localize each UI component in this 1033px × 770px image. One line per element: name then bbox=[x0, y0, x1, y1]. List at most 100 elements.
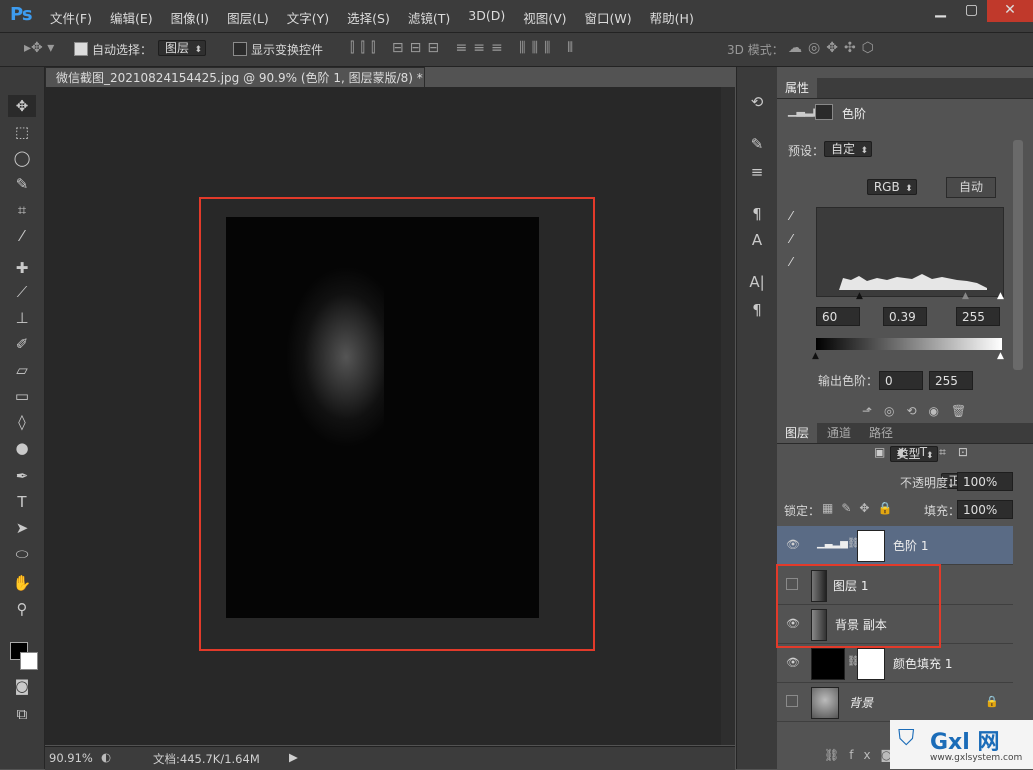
align-icons[interactable]: ⫿⫿⫿ ⊟⊟⊟ ≡≡≡ ⫼⫼⫼ ⦀ bbox=[350, 40, 579, 56]
menu-type[interactable]: 文字(Y) bbox=[287, 8, 329, 27]
marquee-icon[interactable]: ⬚ bbox=[8, 121, 36, 143]
tool-presets-icon[interactable]: ≡ bbox=[743, 161, 771, 183]
document-tab[interactable]: 微信截图_20210824154425.jpg @ 90.9% (色阶 1, 图… bbox=[45, 67, 425, 105]
zoom-icon[interactable]: ⚲ bbox=[8, 598, 36, 620]
layer-name[interactable]: 颜色填充 1 bbox=[893, 655, 952, 672]
quick-mask-icon[interactable]: ◙ bbox=[8, 675, 36, 697]
layer-name[interactable]: 背景 bbox=[849, 694, 873, 711]
dodge-icon[interactable]: ● bbox=[8, 437, 36, 459]
lock-icon: 🔒 bbox=[985, 695, 999, 708]
output-black-field[interactable]: 0 bbox=[879, 371, 923, 390]
close-icon[interactable]: ✕ bbox=[987, 0, 1033, 22]
brush-presets-icon[interactable]: ✎ bbox=[743, 133, 771, 155]
watermark-shield-icon: ⛉ bbox=[898, 726, 915, 751]
input-mid-field[interactable]: 0.39 bbox=[883, 307, 927, 326]
blur-icon[interactable]: ◊ bbox=[8, 411, 36, 433]
photoshop-logo: Ps bbox=[10, 4, 33, 25]
character-icon[interactable]: A| bbox=[743, 271, 771, 293]
layer-row-levels[interactable]: 👁 ▁▃▂▅ ⛓ 色阶 1 bbox=[777, 526, 1013, 565]
menu-select[interactable]: 选择(S) bbox=[347, 8, 390, 27]
menu-image[interactable]: 图像(I) bbox=[171, 8, 209, 27]
menu-window[interactable]: 窗口(W) bbox=[585, 8, 632, 27]
gray-eyedropper-icon[interactable]: ⁄ bbox=[790, 232, 792, 246]
vertical-scrollbar[interactable] bbox=[721, 87, 735, 745]
minimize-icon[interactable]: ▁ bbox=[925, 0, 956, 22]
stamp-icon[interactable]: ⊥ bbox=[8, 307, 36, 329]
mask-icon[interactable] bbox=[815, 104, 833, 120]
properties-header: 属性 bbox=[777, 78, 1033, 99]
paragraph-styles-icon[interactable]: ¶ bbox=[743, 203, 771, 225]
output-white-field[interactable]: 255 bbox=[929, 371, 973, 390]
maximize-icon[interactable]: ▢ bbox=[956, 0, 987, 22]
channel-dropdown[interactable]: RGB bbox=[866, 179, 917, 195]
show-transform-checkbox[interactable] bbox=[233, 42, 247, 56]
black-eyedropper-icon[interactable]: ⁄ bbox=[790, 209, 792, 223]
layer-row-color-fill[interactable]: 👁 ⛓ 颜色填充 1 bbox=[777, 644, 1013, 683]
pen-icon[interactable]: ✒ bbox=[8, 465, 36, 487]
eyedropper-icon[interactable]: ⁄ bbox=[8, 225, 36, 247]
properties-scrollbar[interactable] bbox=[1013, 140, 1023, 370]
background-color-swatch[interactable] bbox=[20, 652, 38, 670]
crop-icon[interactable]: ⌗ bbox=[8, 199, 36, 221]
lock-icons[interactable]: ▦✎✥🔒 bbox=[822, 501, 900, 515]
paragraph-icon[interactable]: ¶ bbox=[743, 299, 771, 321]
status-menu-icon[interactable]: ◐ bbox=[101, 750, 111, 764]
history-brush-icon[interactable]: ✐ bbox=[8, 333, 36, 355]
visibility-toggle-off[interactable] bbox=[786, 695, 798, 707]
eye-icon[interactable]: 👁 bbox=[786, 656, 800, 669]
tab-paths[interactable]: 路径 bbox=[861, 423, 902, 443]
menu-help[interactable]: 帮助(H) bbox=[650, 8, 694, 27]
fill-field[interactable]: 100% bbox=[957, 500, 1013, 519]
tab-layers[interactable]: 图层 bbox=[777, 423, 818, 443]
mid-input-slider[interactable]: ▲ bbox=[962, 291, 969, 301]
history-icon[interactable]: ⟲ bbox=[743, 91, 771, 113]
menu-layer[interactable]: 图层(L) bbox=[227, 8, 269, 27]
preset-dropdown[interactable]: 自定 bbox=[824, 141, 873, 157]
hand-icon[interactable]: ✋ bbox=[8, 572, 36, 594]
menu-view[interactable]: 视图(V) bbox=[523, 8, 566, 27]
input-white-field[interactable]: 255 bbox=[956, 307, 1000, 326]
properties-footer-icons[interactable]: ⬏◎⟲◉🗑 bbox=[862, 404, 978, 418]
move-tool-icon[interactable]: ▸✥ ▾ bbox=[24, 40, 54, 56]
white-output-slider[interactable]: ▲ bbox=[997, 351, 1004, 361]
tab-properties[interactable]: 属性 bbox=[777, 78, 818, 98]
document-title: 微信截图_20210824154425.jpg @ 90.9% (色阶 1, 图… bbox=[56, 71, 423, 85]
zoom-level[interactable]: 90.91% bbox=[49, 751, 93, 765]
eraser-icon[interactable]: ▱ bbox=[8, 359, 36, 381]
layer-filter-icons[interactable]: ▣◐T⌗⊡ bbox=[874, 445, 980, 460]
layer-name[interactable]: 色阶 1 bbox=[893, 537, 928, 554]
histogram bbox=[816, 207, 1004, 297]
menu-filter[interactable]: 滤镜(T) bbox=[408, 8, 450, 27]
healing-icon[interactable]: ✚ bbox=[8, 257, 36, 279]
brush-icon[interactable]: ⟋ bbox=[8, 281, 36, 303]
lasso-icon[interactable]: ◯ bbox=[8, 147, 36, 169]
3d-tool-icons[interactable]: ☁◎✥✣⬡ bbox=[788, 40, 880, 56]
screen-mode-icon[interactable]: ⧉ bbox=[8, 703, 36, 725]
black-output-slider[interactable]: ▲ bbox=[812, 351, 819, 361]
auto-select-dropdown[interactable]: 图层 bbox=[158, 40, 207, 56]
document-size: 文档:445.7K/1.64M bbox=[153, 752, 260, 766]
quick-select-icon[interactable]: ✎ bbox=[8, 173, 36, 195]
input-black-field[interactable]: 60 bbox=[816, 307, 860, 326]
path-select-icon[interactable]: ➤ bbox=[8, 517, 36, 539]
menu-3d[interactable]: 3D(D) bbox=[468, 8, 505, 27]
white-input-slider[interactable]: ▲ bbox=[997, 291, 1004, 301]
tab-channels[interactable]: 通道 bbox=[819, 423, 860, 443]
character-styles-icon[interactable]: A bbox=[743, 229, 771, 251]
type-icon[interactable]: T bbox=[8, 491, 36, 513]
auto-button[interactable]: 自动 bbox=[946, 177, 996, 198]
layer-row-background[interactable]: 背景 🔒 bbox=[777, 683, 1013, 722]
menu-file[interactable]: 文件(F) bbox=[50, 8, 92, 27]
gradient-icon[interactable]: ▭ bbox=[8, 385, 36, 407]
opacity-field[interactable]: 100% bbox=[957, 472, 1013, 491]
black-input-slider[interactable]: ▲ bbox=[856, 291, 863, 301]
eye-icon[interactable]: 👁 bbox=[786, 538, 800, 551]
white-eyedropper-icon[interactable]: ⁄ bbox=[790, 255, 792, 269]
shape-icon[interactable]: ⬭ bbox=[8, 543, 36, 565]
auto-select-checkbox[interactable] bbox=[74, 42, 88, 56]
menu-edit[interactable]: 编辑(E) bbox=[110, 8, 153, 27]
fill-color-thumbnail bbox=[811, 648, 845, 680]
layer-mask-thumbnail bbox=[857, 648, 885, 680]
move-icon[interactable]: ✥ bbox=[8, 95, 36, 117]
status-arrow-icon[interactable]: ▶ bbox=[289, 750, 298, 764]
